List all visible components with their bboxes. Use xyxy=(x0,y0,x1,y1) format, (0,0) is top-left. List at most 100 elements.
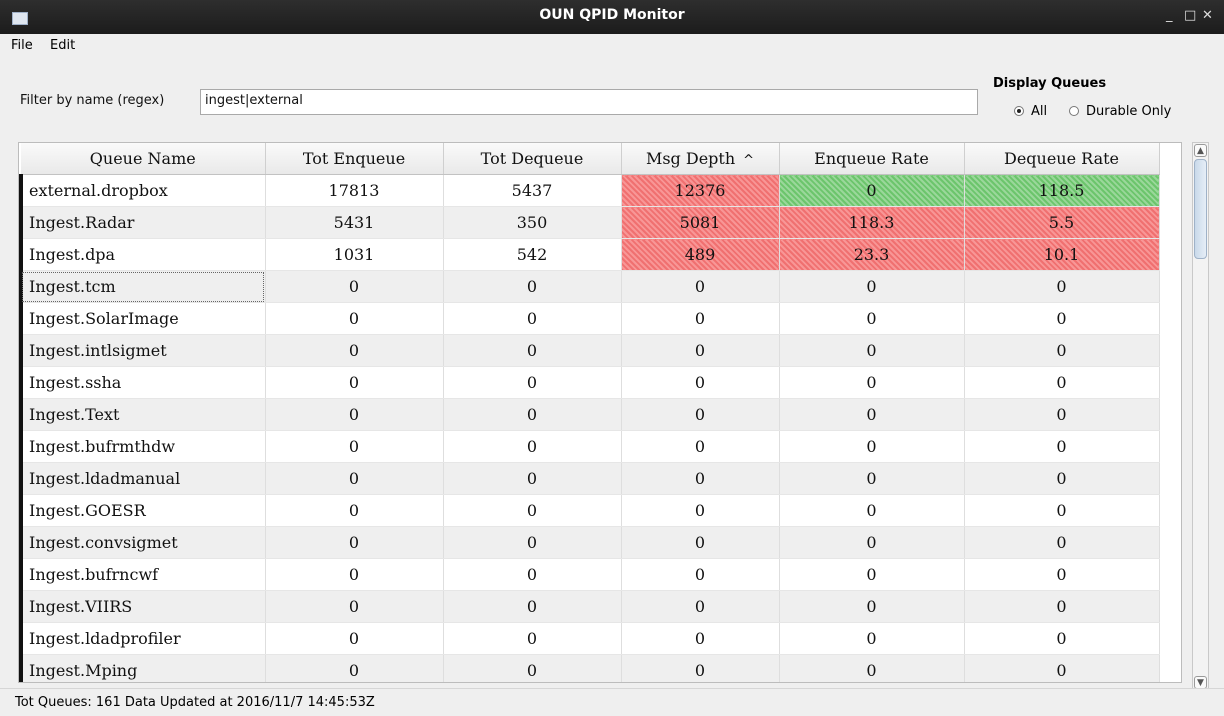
queue-name-cell[interactable]: external.dropbox xyxy=(19,174,266,207)
tot-dequeue-cell[interactable]: 0 xyxy=(443,398,622,431)
tot-dequeue-cell[interactable]: 350 xyxy=(443,206,622,239)
menu-file[interactable]: File xyxy=(11,38,33,53)
msg-depth-cell[interactable]: 0 xyxy=(621,398,780,431)
tot-enqueue-cell[interactable]: 0 xyxy=(265,334,444,367)
dequeue-rate-cell[interactable]: 0 xyxy=(964,398,1160,431)
maximize-button[interactable]: □ xyxy=(1184,8,1196,23)
msg-depth-cell[interactable]: 0 xyxy=(621,334,780,367)
tot-enqueue-cell[interactable]: 17813 xyxy=(265,174,444,207)
queue-name-cell[interactable]: Ingest.ldadprofiler xyxy=(19,622,266,655)
table-row[interactable]: Ingest.tcm 0 0 0 0 0 xyxy=(19,270,1160,303)
queue-name-cell[interactable]: Ingest.GOESR xyxy=(19,494,266,527)
tot-dequeue-cell[interactable]: 0 xyxy=(443,590,622,623)
dequeue-rate-cell[interactable]: 0 xyxy=(964,334,1160,367)
tot-enqueue-cell[interactable]: 0 xyxy=(265,398,444,431)
enqueue-rate-cell[interactable]: 118.3 xyxy=(779,206,965,239)
enqueue-rate-cell[interactable]: 0 xyxy=(779,558,965,591)
msg-depth-cell[interactable]: 0 xyxy=(621,462,780,495)
header-dequeue-rate[interactable]: Dequeue Rate xyxy=(964,143,1160,175)
table-row[interactable]: Ingest.ldadprofiler 0 0 0 0 0 xyxy=(19,622,1160,655)
enqueue-rate-cell[interactable]: 0 xyxy=(779,590,965,623)
queue-name-cell[interactable]: Ingest.tcm xyxy=(19,270,266,303)
tot-dequeue-cell[interactable]: 0 xyxy=(443,270,622,303)
dequeue-rate-cell[interactable]: 0 xyxy=(964,366,1160,399)
tot-enqueue-cell[interactable]: 0 xyxy=(265,462,444,495)
queue-name-cell[interactable]: Ingest.VIIRS xyxy=(19,590,266,623)
tot-enqueue-cell[interactable]: 0 xyxy=(265,526,444,559)
msg-depth-cell[interactable]: 0 xyxy=(621,558,780,591)
msg-depth-cell[interactable]: 12376 xyxy=(621,174,780,207)
enqueue-rate-cell[interactable]: 0 xyxy=(779,494,965,527)
tot-dequeue-cell[interactable]: 542 xyxy=(443,238,622,271)
tot-dequeue-cell[interactable]: 0 xyxy=(443,430,622,463)
dequeue-rate-cell[interactable]: 10.1 xyxy=(964,238,1160,271)
header-tot-dequeue[interactable]: Tot Dequeue xyxy=(443,143,622,175)
tot-enqueue-cell[interactable]: 0 xyxy=(265,654,444,682)
scroll-up-icon[interactable]: ▲ xyxy=(1194,144,1207,157)
dequeue-rate-cell[interactable]: 0 xyxy=(964,526,1160,559)
table-row[interactable]: Ingest.SolarImage 0 0 0 0 0 xyxy=(19,302,1160,335)
msg-depth-cell[interactable]: 0 xyxy=(621,590,780,623)
enqueue-rate-cell[interactable]: 0 xyxy=(779,398,965,431)
table-row[interactable]: Ingest.ldadmanual 0 0 0 0 0 xyxy=(19,462,1160,495)
queue-name-cell[interactable]: Ingest.dpa xyxy=(19,238,266,271)
enqueue-rate-cell[interactable]: 0 xyxy=(779,366,965,399)
enqueue-rate-cell[interactable]: 0 xyxy=(779,526,965,559)
enqueue-rate-cell[interactable]: 0 xyxy=(779,334,965,367)
msg-depth-cell[interactable]: 0 xyxy=(621,366,780,399)
menu-edit[interactable]: Edit xyxy=(50,38,75,53)
msg-depth-cell[interactable]: 0 xyxy=(621,430,780,463)
enqueue-rate-cell[interactable]: 0 xyxy=(779,430,965,463)
table-row[interactable]: Ingest.dpa 1031 542 489 23.3 10.1 xyxy=(19,238,1160,271)
table-row[interactable]: Ingest.intlsigmet 0 0 0 0 0 xyxy=(19,334,1160,367)
queue-name-cell[interactable]: Ingest.Mping xyxy=(19,654,266,682)
table-row[interactable]: Ingest.bufrmthdw 0 0 0 0 0 xyxy=(19,430,1160,463)
enqueue-rate-cell[interactable]: 0 xyxy=(779,654,965,682)
header-msg-depth[interactable]: Msg Depth ^ xyxy=(621,143,780,175)
dequeue-rate-cell[interactable]: 0 xyxy=(964,654,1160,682)
table-row[interactable]: Ingest.Text 0 0 0 0 0 xyxy=(19,398,1160,431)
vertical-scrollbar[interactable]: ▲ ▼ xyxy=(1192,142,1209,691)
dequeue-rate-cell[interactable]: 0 xyxy=(964,302,1160,335)
dequeue-rate-cell[interactable]: 0 xyxy=(964,494,1160,527)
table-row[interactable]: Ingest.convsigmet 0 0 0 0 0 xyxy=(19,526,1160,559)
tot-enqueue-cell[interactable]: 0 xyxy=(265,270,444,303)
table-row[interactable]: Ingest.GOESR 0 0 0 0 0 xyxy=(19,494,1160,527)
queue-name-cell[interactable]: Ingest.convsigmet xyxy=(19,526,266,559)
table-row[interactable]: Ingest.VIIRS 0 0 0 0 0 xyxy=(19,590,1160,623)
queue-name-cell[interactable]: Ingest.intlsigmet xyxy=(19,334,266,367)
msg-depth-cell[interactable]: 0 xyxy=(621,270,780,303)
table-row[interactable]: external.dropbox 17813 5437 12376 0 118.5 xyxy=(19,174,1160,207)
tot-enqueue-cell[interactable]: 0 xyxy=(265,366,444,399)
msg-depth-cell[interactable]: 0 xyxy=(621,302,780,335)
header-enqueue-rate[interactable]: Enqueue Rate xyxy=(779,143,965,175)
tot-dequeue-cell[interactable]: 0 xyxy=(443,302,622,335)
enqueue-rate-cell[interactable]: 23.3 xyxy=(779,238,965,271)
header-queue-name[interactable]: Queue Name xyxy=(21,143,266,175)
queue-name-cell[interactable]: Ingest.ssha xyxy=(19,366,266,399)
tot-dequeue-cell[interactable]: 0 xyxy=(443,558,622,591)
dequeue-rate-cell[interactable]: 0 xyxy=(964,590,1160,623)
queue-name-cell[interactable]: Ingest.bufrmthdw xyxy=(19,430,266,463)
enqueue-rate-cell[interactable]: 0 xyxy=(779,462,965,495)
tot-enqueue-cell[interactable]: 0 xyxy=(265,622,444,655)
tot-enqueue-cell[interactable]: 0 xyxy=(265,558,444,591)
table-row[interactable]: Ingest.bufrncwf 0 0 0 0 0 xyxy=(19,558,1160,591)
queue-name-cell[interactable]: Ingest.Radar xyxy=(19,206,266,239)
tot-enqueue-cell[interactable]: 1031 xyxy=(265,238,444,271)
queue-name-cell[interactable]: Ingest.Text xyxy=(19,398,266,431)
queue-name-cell[interactable]: Ingest.bufrncwf xyxy=(19,558,266,591)
tot-dequeue-cell[interactable]: 0 xyxy=(443,462,622,495)
msg-depth-cell[interactable]: 0 xyxy=(621,494,780,527)
enqueue-rate-cell[interactable]: 0 xyxy=(779,174,965,207)
table-row[interactable]: Ingest.ssha 0 0 0 0 0 xyxy=(19,366,1160,399)
tot-dequeue-cell[interactable]: 0 xyxy=(443,654,622,682)
tot-dequeue-cell[interactable]: 0 xyxy=(443,622,622,655)
table-row[interactable]: Ingest.Mping 0 0 0 0 0 xyxy=(19,654,1160,682)
radio-durable-only[interactable]: Durable Only xyxy=(1069,104,1171,119)
minimize-button[interactable]: _ xyxy=(1166,8,1173,23)
dequeue-rate-cell[interactable]: 0 xyxy=(964,622,1160,655)
tot-enqueue-cell[interactable]: 5431 xyxy=(265,206,444,239)
tot-enqueue-cell[interactable]: 0 xyxy=(265,590,444,623)
enqueue-rate-cell[interactable]: 0 xyxy=(779,302,965,335)
